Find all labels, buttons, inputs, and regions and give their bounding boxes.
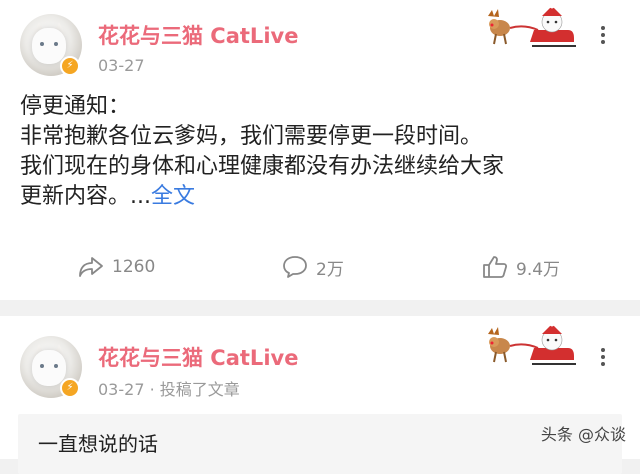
post-line-text: 更新内容。... [20,184,151,209]
post-card-1: ⚡ 花花与三猫 CatLive 03-27 停更通知： 非常抱歉各位云爹妈，我们… [0,0,640,300]
like-count: 9.4万 [516,259,561,280]
full-text-link[interactable]: 全文 [151,184,195,209]
article-preview[interactable]: 一直想说的话 [18,414,622,474]
post-body: 停更通知： 非常抱歉各位云爹妈，我们需要停更一段时间。 我们现在的身体和心理健康… [20,92,620,212]
post-line: 我们现在的身体和心理健康都没有办法继续给大家 [20,154,505,179]
verified-badge-icon: ⚡ [60,56,80,76]
like-button[interactable]: 9.4万 [482,252,560,282]
reindeer-sleigh-decoration-icon [488,322,576,365]
reindeer-sleigh-decoration-icon [488,4,576,47]
comment-button[interactable]: 2万 [282,252,344,282]
post-line: 停更通知： [20,94,131,119]
watermark: 头条 @众谈 [540,425,626,444]
author-name[interactable]: 花花与三猫 CatLive [98,342,298,372]
post-line: 非常抱歉各位云爹妈，我们需要停更一段时间。 [20,124,483,149]
author-name[interactable]: 花花与三猫 CatLive [98,20,298,50]
verified-badge-icon: ⚡ [60,378,80,398]
more-options-icon[interactable] [600,26,606,47]
share-button[interactable]: 1260 [78,252,155,282]
share-count: 1260 [112,257,156,277]
post-date: 03-27 [98,56,145,75]
article-title: 一直想说的话 [38,432,158,456]
post-line-last: 更新内容。...全文 [20,182,620,212]
comment-icon [283,256,307,278]
action-bar: 1260 2万 9.4万 [0,252,640,282]
comment-count: 2万 [316,259,344,280]
thumbs-up-icon [483,256,508,278]
post-date-line: 03-27 · 投稿了文章 [98,380,240,399]
more-options-icon[interactable] [600,348,606,369]
share-icon [79,257,103,277]
